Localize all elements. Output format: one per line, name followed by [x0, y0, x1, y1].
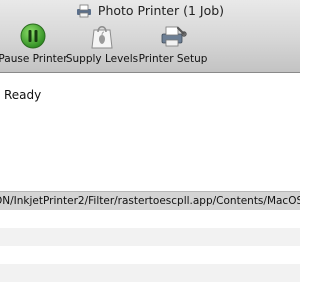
supply-levels-button[interactable]: Supply Levels [65, 22, 139, 66]
toolbar: Photo Printer (1 Job) Pause Printer Supp… [0, 0, 300, 73]
job-description: ON/InkjetPrinter2/Filter/rastertoescpll.… [0, 195, 300, 207]
empty-row [0, 210, 300, 228]
pause-printer-label: Pause Printer [0, 53, 68, 65]
empty-row [0, 246, 300, 264]
empty-row [0, 282, 300, 300]
print-queue-window: Photo Printer (1 Job) Pause Printer Supp… [0, 0, 300, 300]
printer-setup-button[interactable]: Printer Setup [138, 22, 208, 66]
printer-status-text: Ready [4, 88, 42, 102]
job-row[interactable]: ON/InkjetPrinter2/Filter/rastertoescpll.… [0, 192, 300, 210]
window-title: Photo Printer (1 Job) [97, 2, 225, 18]
job-list[interactable]: ON/InkjetPrinter2/Filter/rastertoescpll.… [0, 191, 300, 301]
printer-setup-icon [159, 22, 187, 50]
printer-status-area: Ready [0, 73, 300, 191]
printer-setup-label: Printer Setup [138, 53, 208, 65]
supply-levels-label: Supply Levels [65, 53, 139, 65]
supply-bag-icon [88, 22, 116, 50]
empty-row [0, 228, 300, 246]
pause-printer-button[interactable]: Pause Printer [0, 22, 68, 66]
title-bar[interactable]: Photo Printer (1 Job) [0, 0, 300, 20]
printer-icon [76, 3, 92, 18]
empty-row [0, 264, 300, 282]
pause-icon [19, 22, 47, 50]
